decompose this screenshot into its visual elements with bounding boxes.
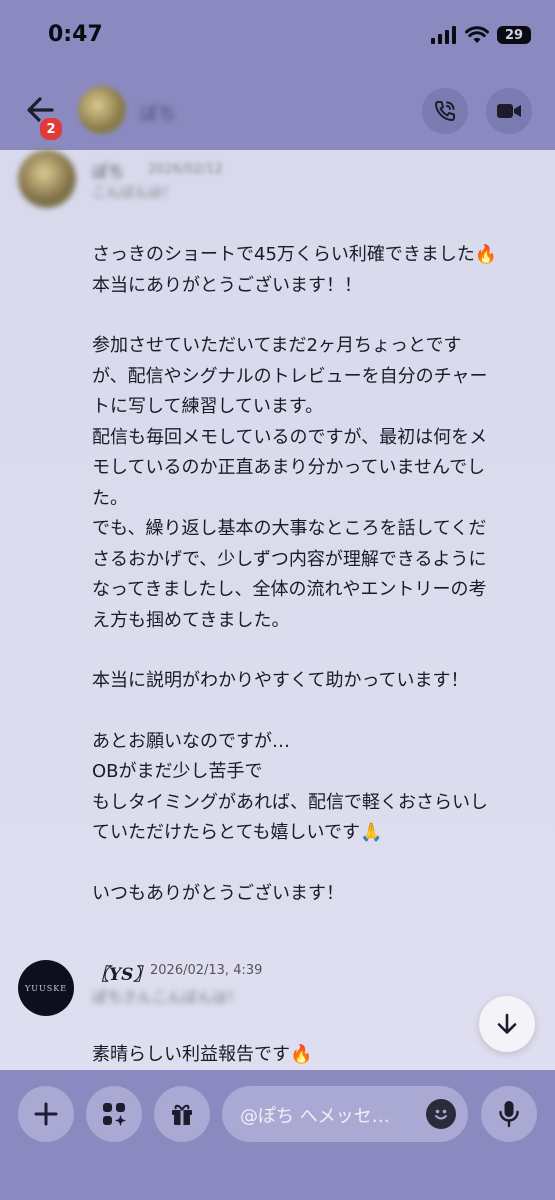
chat-header: 2 ぽち <box>0 70 555 150</box>
gift-icon <box>172 1104 192 1125</box>
arrow-down-icon <box>497 1013 517 1034</box>
message-line: た。 <box>92 487 128 509</box>
scroll-to-bottom-button[interactable] <box>479 996 535 1052</box>
message-line: が、配信やシグナルのトレビューを自分のチャー <box>92 365 488 387</box>
voice-call-button[interactable] <box>422 88 468 134</box>
message-timestamp: 2026/02/12 <box>148 162 223 177</box>
apps-button[interactable] <box>86 1086 142 1142</box>
sender-avatar[interactable] <box>18 150 76 208</box>
emoji-button[interactable] <box>426 1099 456 1129</box>
wifi-icon <box>465 26 489 43</box>
message-line: もしタイミングがあれば、配信で軽くおさらいし <box>92 791 488 813</box>
message-line: なってきましたし、全体の流れやエントリーの考 <box>92 579 487 600</box>
message-line: さるおかげで、少しずつ内容が理解できるように <box>92 548 487 570</box>
message-line: 本当にありがとうございます！！ <box>92 274 362 296</box>
sender-name[interactable]: ぽち <box>92 158 124 182</box>
microphone-icon <box>499 1101 519 1128</box>
header-avatar[interactable] <box>78 86 126 134</box>
reply-sender-name[interactable]: 〖YS〗 <box>92 960 150 985</box>
message-line: ていただけたらとても嬉しいです🙏 <box>92 822 383 843</box>
status-time: 0:47 <box>48 22 103 47</box>
message-line: OBがまだ少し苦手で <box>92 761 263 782</box>
reply-avatar[interactable]: YUUSKE <box>18 960 74 1016</box>
message-input[interactable]: @ぽち へメッセ… <box>222 1086 468 1142</box>
reply-preview: ぽちさんこんばんは！ <box>92 988 243 1006</box>
reply-text: 素晴らしい利益報告です🔥 <box>92 1044 313 1065</box>
battery-indicator: 29 <box>497 26 531 44</box>
message-input-placeholder: @ぽち へメッセ… <box>240 1106 390 1127</box>
signal-icon <box>431 26 456 44</box>
apps-sparkle-icon <box>103 1103 126 1126</box>
emoji-icon <box>435 1109 447 1120</box>
voice-message-button[interactable] <box>481 1086 537 1142</box>
composer-bar: @ぽち へメッセ… <box>0 1070 555 1200</box>
message-line: え方も掴めてきました。 <box>92 609 290 631</box>
unread-badge: 2 <box>38 116 64 142</box>
message-line: いつもありがとうございます！ <box>92 882 344 904</box>
phone-call-icon <box>435 101 455 121</box>
reply-timestamp: 2026/02/13, 4:39 <box>150 963 263 978</box>
message-preview: こんばんは！ <box>92 185 176 201</box>
message-line: 配信も毎回メモしているのですが、最初は何をメ <box>92 426 488 448</box>
message-line: モしているのか正直あまり分かっていませんでし <box>92 457 486 478</box>
message-body: さっきのショートで45万くらい利確できました🔥 本当にありがとうございます！！ … <box>92 240 532 909</box>
status-bar: 0:47 29 <box>0 0 555 70</box>
chat-area[interactable]: ぽち 2026/02/12 こんばんは！ さっきのショートで45万くらい利確でき… <box>0 150 555 1070</box>
message-line: でも、繰り返し基本の大事なところを話してくだ <box>92 518 487 539</box>
message-line: 本当に説明がわかりやすくて助かっています！ <box>92 670 469 691</box>
message-line: 参加させていただいてまだ2ヶ月ちょっとです <box>92 335 462 356</box>
video-camera-icon <box>497 104 521 118</box>
message-line: さっきのショートで45万くらい利確できました🔥 <box>92 244 498 265</box>
message-line: トに写して練習しています。 <box>92 396 324 417</box>
gift-button[interactable] <box>154 1086 210 1142</box>
message-line: あとお願いなのですが… <box>92 730 290 752</box>
video-call-button[interactable] <box>486 88 532 134</box>
header-user-name[interactable]: ぽち <box>140 100 176 126</box>
plus-icon <box>34 1102 58 1126</box>
add-button[interactable] <box>18 1086 74 1142</box>
status-icons: 29 <box>431 24 531 46</box>
